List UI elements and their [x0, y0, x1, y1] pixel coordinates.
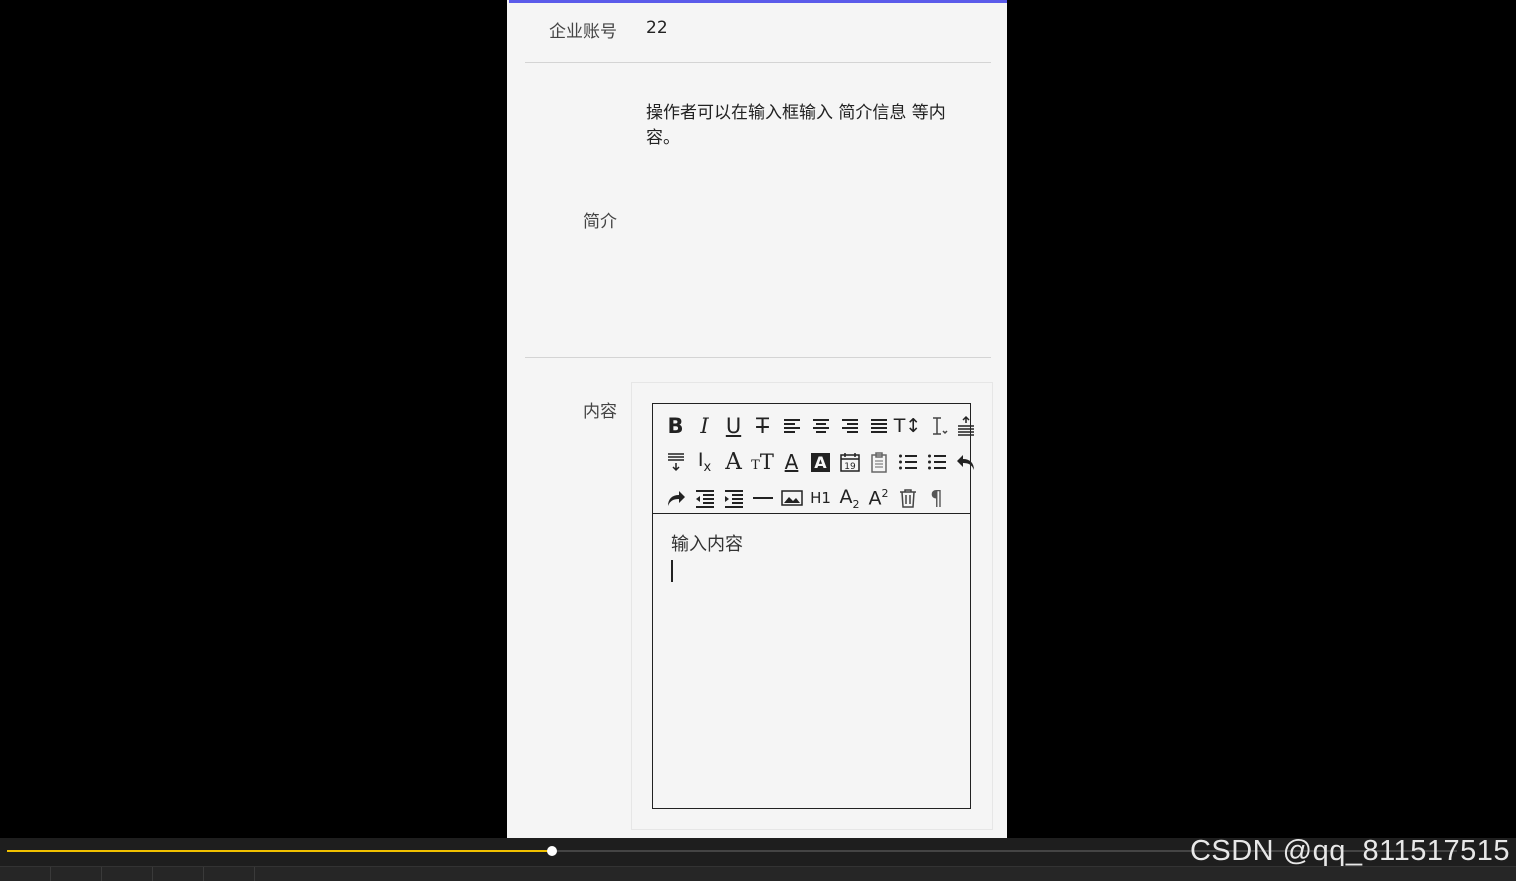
control-segment[interactable]: [51, 867, 102, 881]
player-controls-strip: [0, 866, 1516, 881]
toolbar-row: B I U T T↕: [661, 409, 980, 443]
text-size-icon[interactable]: T↕: [893, 409, 922, 443]
paragraph-spacing-bottom-icon[interactable]: [661, 445, 690, 479]
editor-toolbar: B I U T T↕ Ix A TT A A 19 H1 A2 A2 ¶: [653, 404, 974, 515]
account-value: 22: [646, 18, 668, 38]
rich-text-editor: B I U T T↕ Ix A TT A A 19 H1 A2 A2 ¶ 输入内…: [652, 403, 974, 809]
redo-icon[interactable]: [661, 481, 690, 515]
control-segment[interactable]: [102, 867, 153, 881]
editor-content-area[interactable]: 输入内容: [653, 515, 970, 808]
paragraph-spacing-top-icon[interactable]: [951, 409, 980, 443]
horizontal-rule-icon[interactable]: [748, 481, 777, 515]
heading-icon[interactable]: H1: [806, 481, 835, 515]
bold-icon[interactable]: B: [661, 409, 690, 443]
intro-text: 操作者可以在输入框输入 简介信息 等内容。: [646, 103, 946, 148]
delete-icon[interactable]: [893, 481, 922, 515]
align-right-icon[interactable]: [835, 409, 864, 443]
control-segment[interactable]: [204, 867, 255, 881]
toolbar-row: Ix A TT A A 19: [661, 445, 980, 479]
divider: [525, 62, 991, 63]
watermark-text: CSDN @qq_811517515: [1189, 835, 1510, 867]
align-center-icon[interactable]: [806, 409, 835, 443]
superscript-icon[interactable]: A2: [864, 481, 893, 515]
line-height-icon[interactable]: [922, 409, 951, 443]
subscript-icon[interactable]: A2: [835, 481, 864, 515]
indent-icon[interactable]: [719, 481, 748, 515]
background-color-icon[interactable]: A: [806, 445, 835, 479]
form-panel: 企业账号 22 操作者可以在输入框输入 简介信息 等内容。 简介 内容 B I …: [507, 0, 1007, 838]
svg-text:19: 19: [844, 462, 856, 472]
ordered-list-icon[interactable]: [893, 445, 922, 479]
unordered-list-icon[interactable]: [922, 445, 951, 479]
panel-top-accent: [509, 0, 1007, 3]
font-color-icon[interactable]: A: [777, 445, 806, 479]
image-icon[interactable]: [777, 481, 806, 515]
align-left-icon[interactable]: [777, 409, 806, 443]
progress-thumb[interactable]: [547, 846, 558, 856]
control-segment[interactable]: [0, 867, 51, 881]
undo-icon[interactable]: [951, 445, 980, 479]
date-icon[interactable]: 19: [835, 445, 864, 479]
strikethrough-icon[interactable]: T: [748, 409, 777, 443]
progress-fill: [7, 850, 553, 852]
account-label: 企业账号: [549, 22, 617, 42]
toolbar-row: H1 A2 A2 ¶: [661, 481, 951, 515]
clear-format-icon[interactable]: Ix: [690, 445, 719, 479]
underline-icon[interactable]: U: [719, 409, 748, 443]
control-segment[interactable]: [153, 867, 204, 881]
align-justify-icon[interactable]: [864, 409, 893, 443]
text-caret: [671, 560, 673, 582]
editor-container: B I U T T↕ Ix A TT A A 19 H1 A2 A2 ¶ 输入内…: [631, 382, 993, 830]
editor-content-text[interactable]: 输入内容: [671, 530, 743, 556]
font-size-icon[interactable]: TT: [748, 445, 777, 479]
intro-label: 简介: [583, 212, 617, 232]
paragraph-mark-icon[interactable]: ¶: [922, 481, 951, 515]
divider: [525, 357, 991, 358]
content-label: 内容: [583, 402, 617, 422]
italic-icon[interactable]: I: [690, 409, 719, 443]
outdent-icon[interactable]: [690, 481, 719, 515]
clipboard-icon[interactable]: [864, 445, 893, 479]
font-family-icon[interactable]: A: [719, 445, 748, 479]
